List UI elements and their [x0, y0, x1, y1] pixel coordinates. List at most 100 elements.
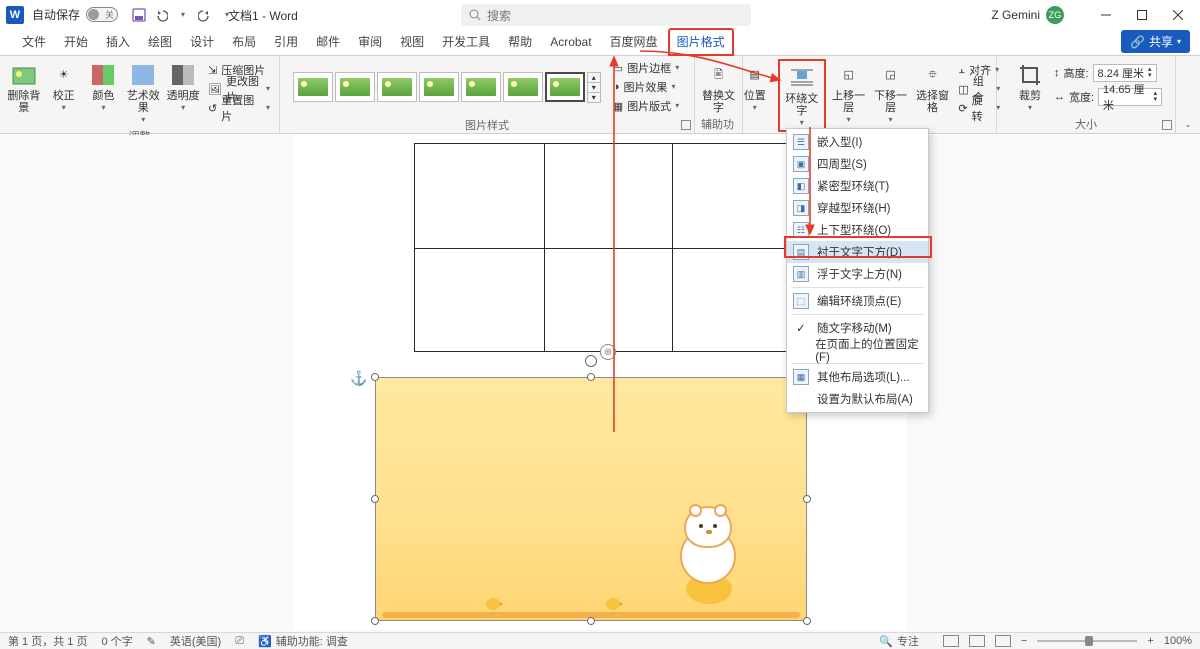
- tab-draw[interactable]: 绘图: [140, 29, 180, 55]
- resize-handle-r[interactable]: [803, 495, 811, 503]
- square-icon: ▣: [793, 156, 809, 172]
- tab-developer[interactable]: 开发工具: [434, 29, 498, 55]
- tab-review[interactable]: 审阅: [350, 29, 390, 55]
- view-print-button[interactable]: [969, 635, 985, 647]
- tab-file[interactable]: 文件: [14, 29, 54, 55]
- zoom-out-button[interactable]: −: [1021, 635, 1027, 647]
- resize-handle-l[interactable]: [371, 495, 379, 503]
- menu-edit-wrap-points[interactable]: ⬚编辑环绕顶点(E): [787, 290, 928, 312]
- tab-mailings[interactable]: 邮件: [308, 29, 348, 55]
- status-wordcount[interactable]: 0 个字: [101, 633, 132, 649]
- status-accessibility[interactable]: ♿ 辅助功能: 调查: [258, 633, 348, 649]
- wrap-text-button[interactable]: 环绕文字▾: [781, 62, 823, 129]
- resize-handle-t[interactable]: [587, 373, 595, 381]
- style-thumb-7[interactable]: [545, 72, 585, 102]
- style-thumb-5[interactable]: [461, 72, 501, 102]
- status-spellcheck[interactable]: ✎: [147, 635, 156, 648]
- undo-more-icon[interactable]: ▾: [175, 7, 191, 23]
- tab-help[interactable]: 帮助: [500, 29, 540, 55]
- focus-mode-button[interactable]: 🔍 专注: [879, 633, 919, 649]
- resize-handle-br[interactable]: [803, 617, 811, 625]
- menu-square[interactable]: ▣四周型(S): [787, 153, 928, 175]
- close-button[interactable]: [1160, 0, 1196, 29]
- reset-picture-button[interactable]: ↺重置图片▾: [205, 99, 273, 117]
- view-read-button[interactable]: [943, 635, 959, 647]
- menu-inline[interactable]: ☰嵌入型(I): [787, 131, 928, 153]
- menu-behind-text[interactable]: ▤衬于文字下方(D): [787, 241, 928, 263]
- corrections-button[interactable]: ☀校正▾: [46, 59, 82, 114]
- rotate-handle[interactable]: [585, 355, 597, 367]
- selected-picture[interactable]: [375, 377, 807, 621]
- picture-effects-button[interactable]: ◑图片效果▾: [610, 78, 682, 96]
- menu-more-layout[interactable]: ▦其他布局选项(L)...: [787, 366, 928, 388]
- width-field[interactable]: ↔宽度:14.65 厘米▴▾: [1054, 87, 1162, 107]
- tab-picture-format[interactable]: 图片格式: [668, 28, 734, 56]
- search-input[interactable]: 搜索: [461, 4, 751, 26]
- border-icon: ▭: [613, 62, 623, 75]
- brightness-icon: ☀: [51, 62, 77, 88]
- tab-references[interactable]: 引用: [266, 29, 306, 55]
- color-button[interactable]: 颜色▾: [86, 59, 122, 114]
- styles-scroll-up[interactable]: ▴: [588, 73, 600, 82]
- table-resize-handle[interactable]: ⊕: [600, 344, 616, 360]
- resize-handle-bl[interactable]: [371, 617, 379, 625]
- table-in-document[interactable]: ⊕: [414, 143, 802, 352]
- menu-set-default-layout[interactable]: 设置为默认布局(A): [787, 388, 928, 410]
- undo-icon[interactable]: [153, 7, 169, 23]
- status-page[interactable]: 第 1 页，共 1 页: [8, 633, 87, 649]
- tab-layout[interactable]: 布局: [224, 29, 264, 55]
- styles-scroll-down[interactable]: ▾: [588, 82, 600, 92]
- styles-launcher[interactable]: [681, 120, 691, 130]
- redo-icon[interactable]: [197, 7, 213, 23]
- crop-button[interactable]: 裁剪▾: [1010, 59, 1050, 114]
- view-web-button[interactable]: [995, 635, 1011, 647]
- tab-design[interactable]: 设计: [182, 29, 222, 55]
- minimize-button[interactable]: [1088, 0, 1124, 29]
- ribbon-collapse-button[interactable]: ⌄: [1176, 56, 1200, 133]
- topbottom-icon: ☷: [793, 222, 809, 238]
- menu-topbottom[interactable]: ☷上下型环绕(O): [787, 219, 928, 241]
- autosave-switch[interactable]: 关: [86, 7, 118, 22]
- style-thumb-1[interactable]: [293, 72, 333, 102]
- remove-background-button[interactable]: 删除背景: [6, 59, 42, 114]
- height-field[interactable]: ↕高度:8.24 厘米▴▾: [1054, 63, 1162, 83]
- tab-view[interactable]: 视图: [392, 29, 432, 55]
- resize-handle-tl[interactable]: [371, 373, 379, 381]
- tab-home[interactable]: 开始: [56, 29, 96, 55]
- style-thumb-2[interactable]: [335, 72, 375, 102]
- tab-acrobat[interactable]: Acrobat: [542, 31, 599, 54]
- account-button[interactable]: Z Gemini ZG: [991, 6, 1064, 24]
- alt-text-button[interactable]: 🖹替换文字: [699, 59, 739, 114]
- autosave-toggle[interactable]: 自动保存 关: [32, 6, 118, 23]
- resize-handle-b[interactable]: [587, 617, 595, 625]
- tab-baidu[interactable]: 百度网盘: [602, 29, 666, 55]
- menu-infront-text[interactable]: ▥浮于文字上方(N): [787, 263, 928, 285]
- status-predict[interactable]: ⎚: [235, 635, 244, 648]
- picture-layout-button[interactable]: ▦图片版式▾: [610, 97, 682, 115]
- style-thumb-3[interactable]: [377, 72, 417, 102]
- style-thumb-6[interactable]: [503, 72, 543, 102]
- send-back-icon: ◲: [878, 62, 904, 88]
- menu-tight[interactable]: ◧紧密型环绕(T): [787, 175, 928, 197]
- style-thumb-4[interactable]: [419, 72, 459, 102]
- artistic-effects-button[interactable]: 艺术效果▾: [125, 59, 161, 126]
- menu-through[interactable]: ◨穿越型环绕(H): [787, 197, 928, 219]
- share-button[interactable]: 🔗共享▾: [1121, 30, 1190, 53]
- selection-pane-button[interactable]: ⯐选择窗格: [914, 59, 952, 114]
- transparency-button[interactable]: 透明度▾: [165, 59, 201, 114]
- size-launcher[interactable]: [1162, 120, 1172, 130]
- picture-border-button[interactable]: ▭图片边框▾: [610, 59, 682, 77]
- status-language[interactable]: 英语(美国): [170, 633, 221, 649]
- send-backward-button[interactable]: ◲下移一层▾: [872, 59, 910, 126]
- bring-forward-button[interactable]: ◱上移一层▾: [830, 59, 868, 126]
- tab-insert[interactable]: 插入: [98, 29, 138, 55]
- menu-fix-position[interactable]: 在页面上的位置固定(F): [787, 339, 928, 361]
- styles-more[interactable]: ▾: [588, 92, 600, 102]
- position-button[interactable]: ▤位置▾: [736, 59, 774, 114]
- zoom-value[interactable]: 100%: [1164, 635, 1192, 647]
- maximize-button[interactable]: [1124, 0, 1160, 29]
- zoom-slider[interactable]: [1037, 640, 1137, 642]
- save-icon[interactable]: [131, 7, 147, 23]
- zoom-in-button[interactable]: +: [1147, 635, 1153, 647]
- reset-icon: ↺: [208, 102, 217, 115]
